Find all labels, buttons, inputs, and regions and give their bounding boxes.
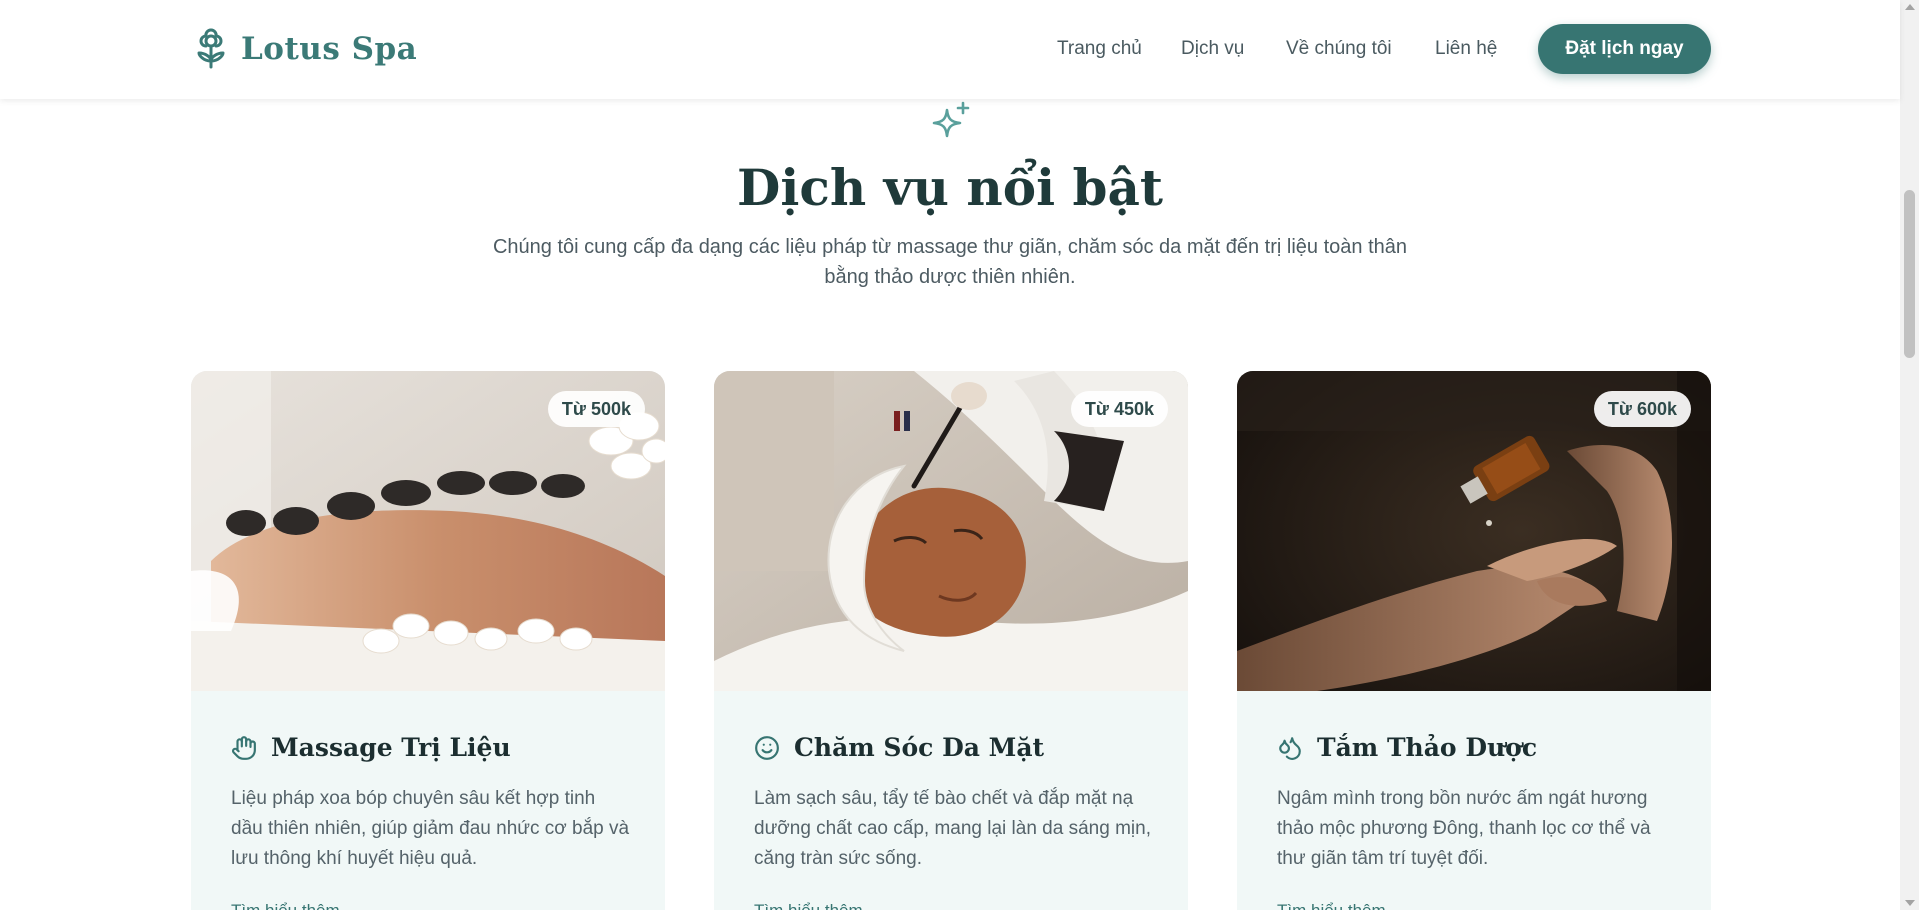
card-description: Làm sạch sâu, tẩy tế bào chết và đắp mặt… (754, 788, 1151, 869)
section-title: Dịch vụ nổi bật (737, 158, 1163, 217)
sparkle-icon (932, 101, 970, 138)
scroll-down-icon[interactable] (1905, 900, 1915, 906)
scroll-thumb[interactable] (1904, 190, 1915, 358)
page-scrollbar[interactable] (1900, 0, 1919, 910)
price-badge: Từ 500k (547, 391, 645, 427)
scroll-up-icon[interactable] (1905, 4, 1915, 10)
learn-more-link[interactable]: Tìm hiểu thêm (231, 901, 340, 910)
card-title-row: Chăm Sóc Da Mặt (754, 733, 1044, 762)
massage-image: Từ 500k (191, 371, 665, 691)
card-title: Massage Trị Liệu (271, 733, 511, 762)
section-description: Chúng tôi cung cấp đa dạng các liệu pháp… (492, 236, 1407, 288)
price-badge: Từ 600k (1593, 391, 1691, 427)
hand-icon (232, 735, 256, 760)
card-description: Ngâm mình trong bồn nước ấm ngát hương t… (1277, 788, 1651, 869)
nav-services[interactable]: Dịch vụ (1181, 38, 1244, 60)
card-description: Liệu pháp xoa bóp chuyên sâu kết hợp tin… (231, 788, 630, 869)
lotus-icon (197, 28, 225, 69)
facial-image: Từ 450k (714, 371, 1188, 691)
card-title-row: Tắm Thảo Dược (1277, 733, 1537, 762)
card-title: Chăm Sóc Da Mặt (794, 733, 1045, 762)
price-badge: Từ 450k (1070, 391, 1168, 427)
nav-home[interactable]: Trang chủ (1057, 38, 1142, 60)
card-title: Tắm Thảo Dược (1317, 733, 1538, 762)
nav-about[interactable]: Về chúng tôi (1286, 38, 1392, 60)
droplets-icon (1279, 736, 1301, 760)
learn-more-link[interactable]: Tìm hiểu thêm (1277, 901, 1386, 910)
site-header: Lotus Spa Trang chủ Dịch vụ Về chúng tôi… (0, 0, 1900, 99)
service-card-massage[interactable]: Từ 500k Massage Trị Liệu Liệu pháp xoa b… (191, 371, 665, 910)
nav-contact[interactable]: Liên hệ (1435, 38, 1497, 60)
logo-text: Lotus Spa (241, 31, 418, 67)
book-now-button[interactable]: Đặt lịch ngay (1538, 24, 1711, 74)
card-title-row: Massage Trị Liệu (231, 733, 511, 762)
service-card-herbal-bath[interactable]: Từ 600k Tắm Thảo Dược Ngâm mình trong bồ… (1237, 371, 1711, 910)
smile-icon (755, 735, 779, 760)
logo-link[interactable]: Lotus Spa (195, 27, 417, 71)
herbal-oil-image: Từ 600k (1237, 371, 1711, 691)
service-card-facial[interactable]: Từ 450k Chăm Sóc Da Mặt Làm sạch sâu, tẩ… (714, 371, 1188, 910)
learn-more-link[interactable]: Tìm hiểu thêm (754, 901, 863, 910)
